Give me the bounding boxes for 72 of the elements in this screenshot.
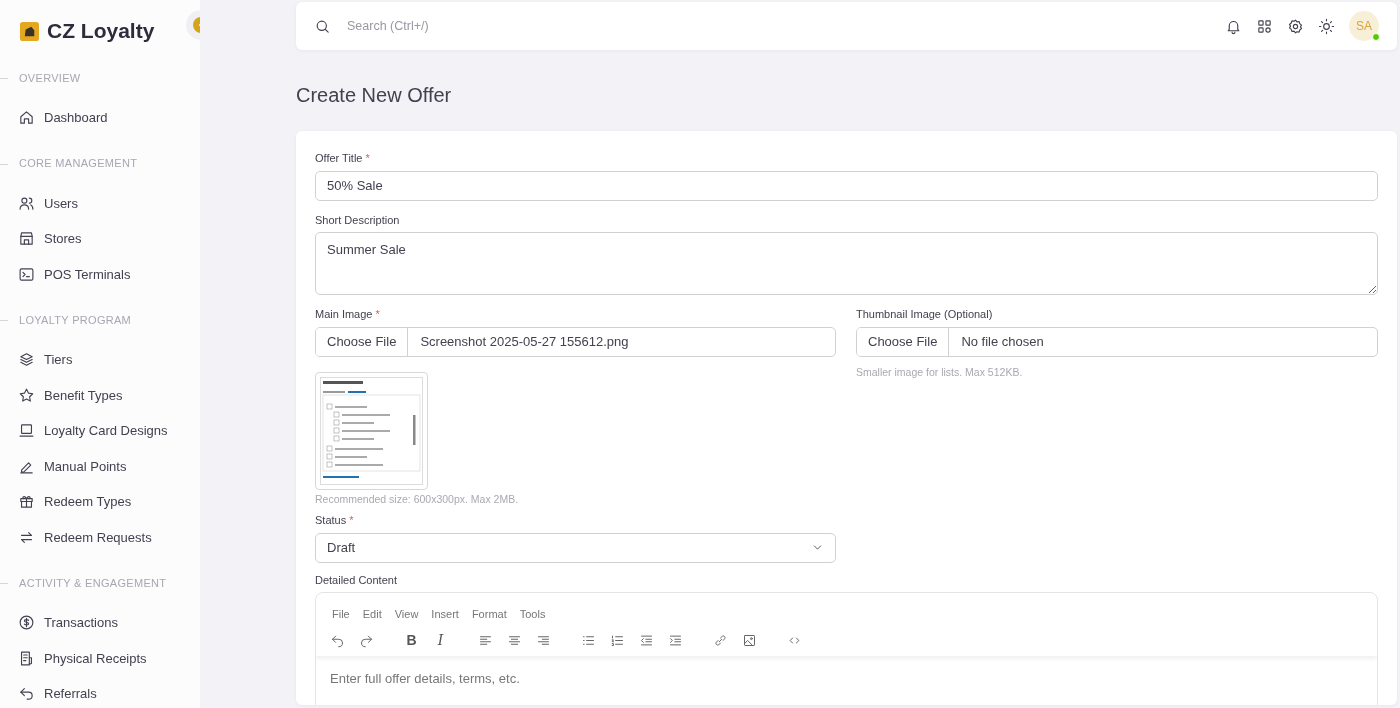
sidebar-item[interactable]: Stores	[0, 221, 200, 257]
toolbar-button[interactable]	[610, 632, 625, 648]
content-field[interactable]: Enter full offer details, terms, etc.	[316, 655, 1377, 702]
menu-item[interactable]: Tools	[519, 606, 546, 623]
field-label: Short Description	[315, 212, 401, 228]
field-label: Status *	[315, 513, 355, 529]
sidebar-item[interactable]: Manual Points	[0, 448, 200, 484]
logo-icon	[20, 21, 39, 41]
toolbar-button[interactable]	[742, 632, 757, 648]
toolbar-button[interactable]	[359, 632, 374, 648]
store-icon	[18, 230, 35, 248]
sun-icon	[1318, 17, 1335, 35]
sidebar-item[interactable]: Redeem Types	[0, 484, 200, 520]
sidebar-item[interactable]: Referrals	[0, 676, 200, 708]
main-image-field[interactable]: Choose File Screenshot 2025-05-27 155612.png	[315, 326, 836, 357]
field-label: Detailed Content	[315, 572, 398, 588]
sidebar-item[interactable]: Redeem Requests	[0, 519, 200, 555]
link-icon	[713, 632, 728, 648]
sidebar-item[interactable]: Tiers	[0, 342, 200, 378]
section-title: CORE MANAGEMENT	[19, 156, 138, 172]
section-title: LOYALTY PROGRAM	[19, 312, 132, 328]
page-title: Create New Offer	[296, 83, 453, 107]
choose-file-button[interactable]: Choose File	[316, 327, 409, 356]
numbered-list-icon	[610, 632, 625, 648]
field-label: Main Image *	[315, 307, 381, 322]
sidebar-item[interactable]: Users	[0, 185, 200, 221]
toolbar-button[interactable]	[668, 632, 683, 648]
outdent-icon	[639, 632, 654, 648]
menu-item[interactable]: Insert	[431, 606, 459, 623]
sidebar-item[interactable]: Transactions	[0, 605, 200, 641]
toolbar-button[interactable]	[639, 632, 654, 648]
sidebar-item[interactable]: POS Terminals	[0, 256, 200, 292]
menu-item[interactable]: File	[332, 606, 350, 623]
grid-icon	[1256, 17, 1273, 35]
bold-button[interactable]: B	[404, 632, 419, 648]
gift-icon	[18, 493, 35, 511]
toolbar-button[interactable]	[330, 632, 345, 648]
undo-icon	[330, 632, 345, 648]
sidebar-item[interactable]: Benefit Types	[0, 377, 200, 413]
home-icon	[18, 109, 35, 127]
terminal-icon	[18, 265, 35, 283]
choose-file-button[interactable]: Choose File	[857, 327, 950, 356]
settings-icon	[1287, 17, 1304, 35]
search-field[interactable]: Search (Ctrl+/)	[345, 15, 645, 37]
section-title: ACTIVITY & ENGAGEMENT	[19, 575, 167, 591]
status-select[interactable]: Draft	[315, 532, 836, 563]
indent-icon	[668, 632, 683, 648]
menu-item[interactable]: Edit	[362, 606, 382, 623]
star-icon	[18, 386, 35, 404]
return-icon	[18, 685, 35, 703]
dollar-icon	[18, 614, 35, 632]
menu-item[interactable]: Format	[471, 606, 507, 623]
receipt-icon	[18, 649, 35, 667]
sidebar-item[interactable]: Physical Receipts	[0, 640, 200, 676]
sidebar-item[interactable]: Dashboard	[0, 100, 200, 136]
field-label: Offer Title *	[315, 151, 371, 166]
brand-name: CZ Loyalty	[47, 18, 155, 45]
offer-title-field[interactable]: 50% Sale	[315, 170, 1378, 201]
section-title: OVERVIEW	[19, 70, 81, 86]
toolbar-button[interactable]	[713, 632, 728, 648]
layers-icon	[18, 351, 35, 369]
help-text: Smaller image for lists. Max 512KB.	[856, 364, 1024, 380]
thumbnail-field[interactable]: Choose File No file chosen	[856, 326, 1378, 357]
italic-button[interactable]: I	[433, 632, 448, 648]
image-icon	[742, 632, 757, 648]
field-label: Thumbnail Image (Optional)	[856, 307, 994, 322]
sidebar-item[interactable]: Loyalty Card Designs	[0, 413, 200, 449]
help-text: Recommended size: 600x300px. Max 2MB.	[315, 491, 520, 507]
menu-item[interactable]: View	[394, 606, 419, 623]
laptop-icon	[18, 422, 35, 440]
description-field[interactable]: Summer Sale	[315, 232, 1378, 295]
redo-icon	[359, 632, 374, 648]
